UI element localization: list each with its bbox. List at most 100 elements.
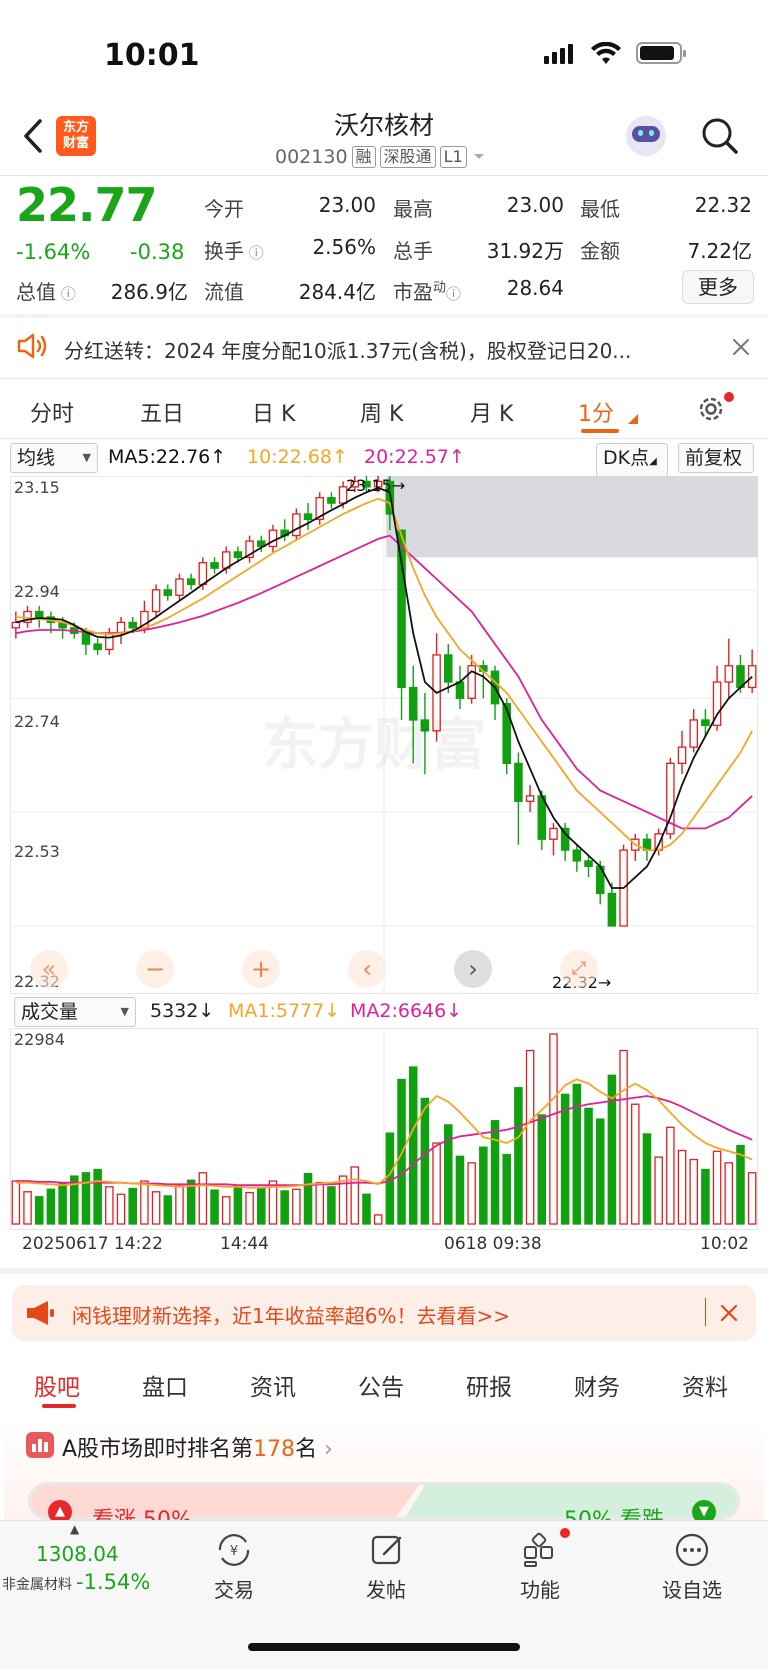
tabs-divider (0, 438, 768, 439)
volume-bar (595, 1118, 605, 1225)
nav-post[interactable]: 发帖 (346, 1574, 426, 1603)
promo-text[interactable]: 闲钱理财新选择，近1年收益率超6%！去看看>> (72, 1300, 510, 1329)
notice-divider (0, 378, 768, 379)
volume-bar (537, 1114, 547, 1225)
y-tick-label: 22.94 (14, 582, 60, 601)
volume-bar (584, 1107, 593, 1225)
tab-profile[interactable]: 资料 (682, 1368, 728, 1402)
indicator-select[interactable]: 成交量 ▼ (14, 997, 136, 1027)
tab-daily[interactable]: 日 K (252, 396, 295, 428)
expand-icon[interactable]: ⤢ (560, 950, 598, 988)
high-label: 最高 (393, 197, 433, 221)
volume-bar (221, 1196, 231, 1225)
volume-bar (303, 1172, 313, 1225)
trade-icon[interactable]: ¥ (214, 1532, 254, 1568)
robot-assistant-icon[interactable] (626, 116, 666, 156)
close-icon[interactable] (720, 1304, 738, 1322)
grid-apps-icon[interactable] (522, 1532, 558, 1568)
volume-bar (736, 1144, 745, 1225)
volume-chart[interactable] (10, 1028, 758, 1230)
candle-body (292, 513, 301, 537)
volume-bar (525, 1049, 535, 1225)
active-tab-indicator (42, 1404, 76, 1408)
dividend-notice[interactable]: 分红送转：2024 年度分配10派1.37元(含税)，股权登记日20... (64, 335, 631, 364)
candle-body (34, 610, 44, 618)
edit-post-icon[interactable] (370, 1532, 406, 1568)
last-price: 22.77 (16, 178, 158, 232)
tag-level: L1 (439, 146, 467, 168)
caret-down-icon: ▼ (120, 1005, 129, 1018)
volume-bar (724, 1162, 734, 1225)
tab-1min[interactable]: 1分 (578, 396, 614, 428)
arrow-down-icon: ↓ (324, 1000, 341, 1022)
tab-forum[interactable]: 股吧 (34, 1368, 80, 1402)
tab-monthly[interactable]: 月 K (470, 396, 513, 428)
volume-bar (432, 1142, 441, 1225)
tab-weekly[interactable]: 周 K (360, 396, 403, 428)
watermark: 东方财富 (262, 713, 486, 778)
arrow-up-icon: ↑ (448, 446, 465, 468)
notification-dot (560, 1528, 570, 1538)
candle-body (502, 703, 511, 764)
amount-value: 7.22亿 (687, 239, 752, 263)
stock-code: 002130 (275, 146, 348, 168)
index-value[interactable]: 1308.04 (36, 1542, 119, 1566)
volume-max-label: 22984 (14, 1030, 65, 1049)
nav-functions[interactable]: 功能 (500, 1574, 580, 1603)
candle-body (455, 681, 465, 699)
volume-bar (163, 1195, 173, 1225)
scroll-right-button[interactable]: › (454, 950, 492, 988)
candle-body (607, 892, 617, 927)
candle-body (701, 719, 710, 727)
stock-code-row[interactable]: 002130 融 深股通 L1 (275, 146, 487, 168)
x-tick-label: 10:02 (700, 1234, 749, 1254)
tab-news[interactable]: 资讯 (250, 1368, 296, 1402)
jump-start-button[interactable]: « (30, 950, 68, 988)
scroll-left-button[interactable]: ‹ (348, 950, 386, 988)
info-icon[interactable]: ⓘ (244, 244, 264, 262)
info-icon[interactable]: ⓘ (446, 285, 461, 303)
info-icon[interactable]: ⓘ (56, 285, 76, 303)
index-change[interactable]: -1.54% (76, 1570, 150, 1594)
tab-five-day[interactable]: 五日 (140, 396, 184, 428)
volume-bar (712, 1150, 722, 1225)
gear-icon[interactable] (696, 394, 726, 424)
market-rank[interactable]: A股市场即时排名第178名 › (62, 1431, 333, 1463)
dk-point-button[interactable]: DK点◢ (596, 443, 668, 477)
highlight-zone (386, 476, 758, 558)
tab-research[interactable]: 研报 (466, 1368, 512, 1402)
nav-add-watchlist[interactable]: 设自选 (652, 1574, 732, 1603)
tab-intraday[interactable]: 分时 (30, 396, 74, 428)
ma20-label: 20:22.57↑ (364, 446, 465, 468)
volume-bar (315, 1182, 324, 1225)
more-dots-icon[interactable] (674, 1532, 710, 1568)
zoom-in-button[interactable]: + (242, 950, 280, 988)
tab-finance[interactable]: 财务 (574, 1368, 620, 1402)
zoom-out-button[interactable]: − (136, 950, 174, 988)
mktcap-value: 286.9亿 (110, 280, 188, 304)
turnover-label: 换手 ⓘ (204, 239, 264, 263)
more-button[interactable]: 更多 (682, 270, 754, 304)
ma-select[interactable]: 均线 ▼ (10, 443, 98, 473)
vol-ma2-readout: MA2:6646↓ (350, 1000, 463, 1022)
tab-announcements[interactable]: 公告 (358, 1368, 404, 1402)
adjust-button[interactable]: 前复权 (678, 443, 754, 473)
arrow-up-icon: ↑ (210, 446, 227, 468)
x-tick-label: 14:44 (220, 1234, 269, 1254)
amount-label: 金额 (580, 239, 620, 263)
volume-bar (11, 1180, 21, 1225)
volume-bar (631, 1103, 640, 1225)
close-icon[interactable] (732, 338, 750, 356)
search-icon[interactable] (700, 116, 740, 156)
volume-bar (105, 1186, 114, 1225)
tab-orderbook[interactable]: 盘口 (142, 1368, 188, 1402)
nav-trade[interactable]: 交易 (194, 1574, 274, 1603)
volume-bar (292, 1188, 301, 1225)
volume-bar (280, 1190, 289, 1225)
caret-up-icon: ▲ (70, 1522, 80, 1536)
candle-body (444, 654, 453, 683)
index-name[interactable]: 非金属材料 (2, 1574, 72, 1594)
volume-bar (128, 1187, 137, 1225)
mktcap-label: 总值 ⓘ (16, 280, 76, 304)
volume-bar (689, 1158, 698, 1225)
